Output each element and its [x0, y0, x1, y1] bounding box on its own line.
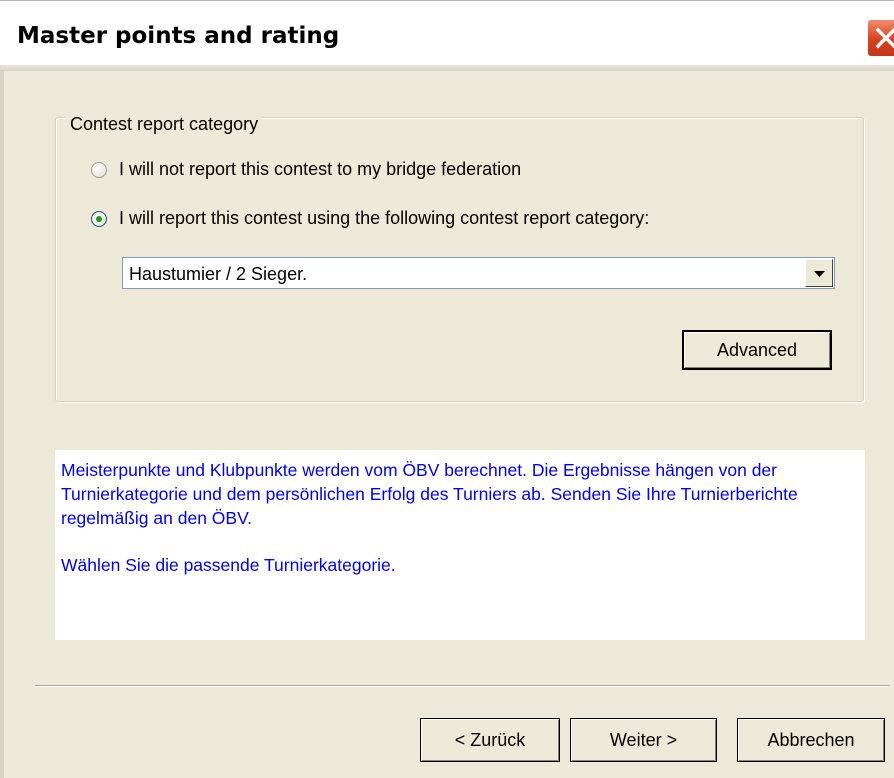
category-select-value: Haustumier / 2 Sieger. — [129, 264, 308, 284]
option-not-report[interactable]: I will not report this contest to my bri… — [91, 159, 521, 180]
title-bar: Master points and rating — [0, 0, 894, 71]
group-legend: Contest report category — [65, 114, 264, 135]
close-icon — [875, 27, 894, 49]
cancel-button[interactable]: Abbrechen — [737, 718, 885, 762]
info-paragraph-2: Wählen Sie die passende Turnierkategorie… — [61, 555, 396, 576]
info-panel: Meisterpunkte und Klubpunkte werden vom … — [55, 450, 865, 640]
advanced-button[interactable]: Advanced — [682, 330, 832, 370]
close-button[interactable] — [866, 18, 894, 58]
window-title: Master points and rating — [17, 23, 340, 49]
radio-selected-dot — [96, 215, 102, 222]
radio-report-category[interactable] — [91, 210, 107, 227]
option-report-category[interactable]: I will report this contest using the fol… — [91, 208, 649, 229]
dropdown-button[interactable] — [805, 259, 833, 287]
option-report-category-label: I will report this contest using the fol… — [119, 208, 650, 228]
footer-separator — [35, 685, 890, 687]
window-frame — [0, 70, 4, 778]
option-not-report-label: I will not report this contest to my bri… — [119, 159, 522, 179]
next-button[interactable]: Weiter > — [570, 718, 717, 762]
category-select[interactable]: Haustumier / 2 Sieger. — [122, 257, 835, 289]
chevron-down-icon — [814, 271, 825, 277]
info-paragraph-1: Meisterpunkte und Klubpunkte werden vom … — [61, 460, 798, 529]
back-button[interactable]: < Zurück — [420, 718, 560, 762]
title-bar-shade — [0, 65, 894, 71]
radio-not-report[interactable] — [91, 161, 107, 178]
